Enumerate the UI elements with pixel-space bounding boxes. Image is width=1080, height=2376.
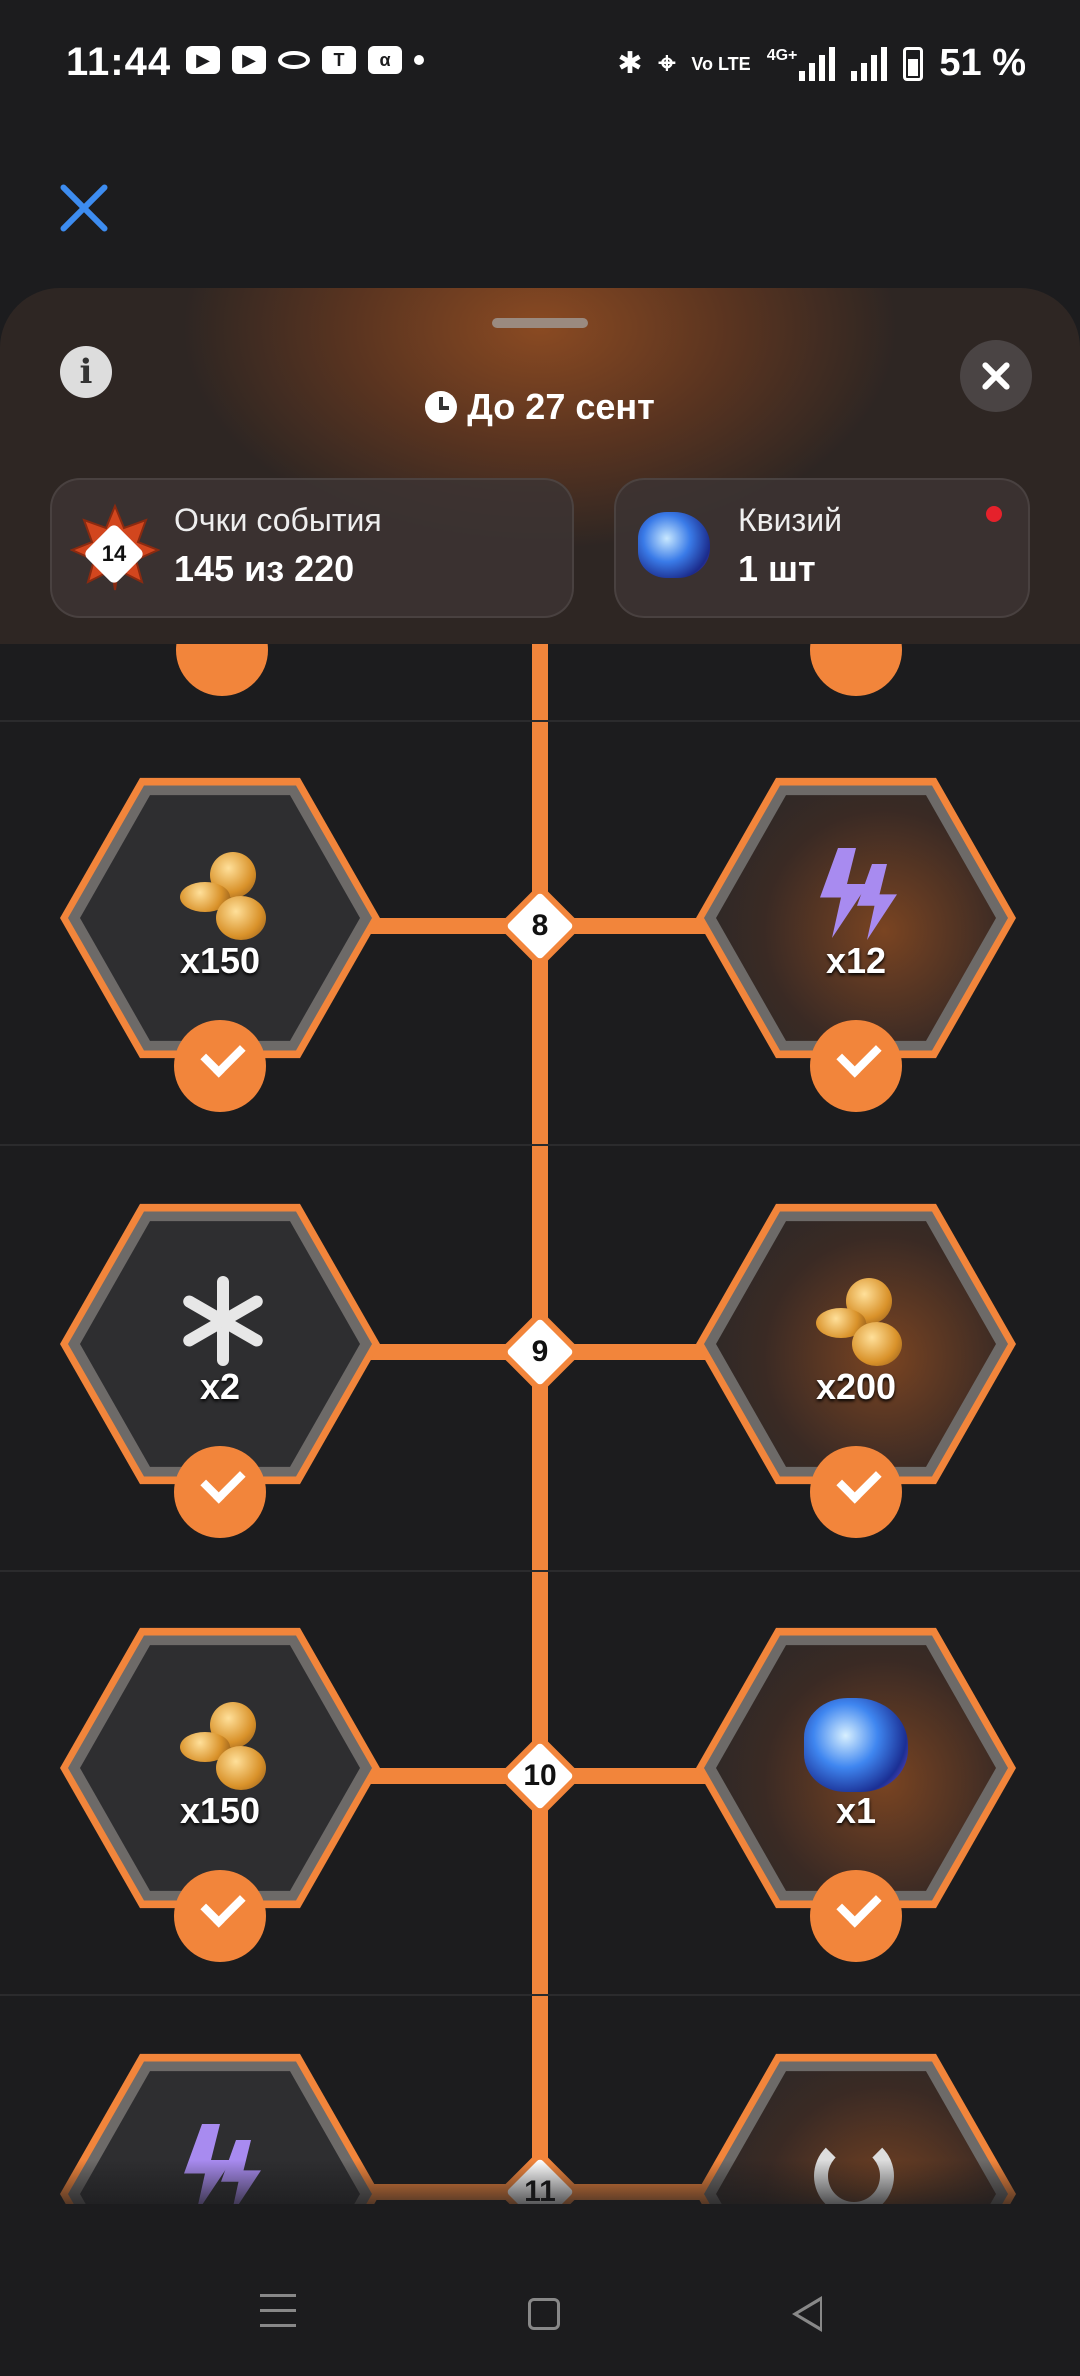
close-icon[interactable] — [56, 180, 112, 236]
row-divider — [0, 720, 1080, 722]
bluetooth-icon: ✱ — [617, 47, 643, 80]
clock-icon — [425, 391, 458, 423]
event-points-value: 145 из 220 — [174, 548, 355, 589]
reward-amount: x12 — [825, 940, 887, 981]
status-time: 11:44 — [66, 40, 172, 84]
claimed-check-icon — [810, 1870, 902, 1962]
level-marker: 10 — [497, 1733, 583, 1819]
volte-icon: Vo LTE — [691, 53, 751, 74]
location-icon: ⌖ — [658, 46, 676, 80]
quizy-card[interactable]: Квизий 1 шт — [614, 478, 1030, 618]
system-nav-bar — [0, 2210, 1080, 2376]
reward-track: x150 8 x12 x2 9 x200 x150 10 x1 — [0, 644, 1080, 2204]
level-number: 10 — [523, 1759, 557, 1792]
more-notifications-dot — [414, 55, 424, 65]
notification-dot — [986, 506, 1002, 522]
reward-right-energy[interactable]: x12 — [696, 772, 1016, 1112]
previous-row-check-left — [176, 644, 268, 696]
row-divider — [0, 1144, 1080, 1146]
row-divider — [0, 1994, 1080, 1996]
event-points-card[interactable]: 14 Очки события 145 из 220 — [50, 478, 574, 618]
claimed-check-icon — [174, 1870, 266, 1962]
drag-handle[interactable] — [492, 318, 588, 328]
home-icon[interactable] — [528, 2298, 560, 2330]
event-deadline: До 27 сент — [0, 386, 1080, 428]
level-marker: 9 — [497, 1309, 583, 1395]
maple-leaf-icon: 14 — [69, 502, 161, 592]
deadline-text: До 27 сент — [467, 386, 655, 427]
snowflake-icon — [178, 1276, 268, 1366]
oval-app-icon — [278, 51, 310, 69]
reward-left-coins[interactable]: x150 — [60, 1622, 380, 1962]
youtube-icon: ▶ — [232, 46, 266, 74]
coins-icon — [170, 852, 270, 942]
reward-amount: x2 — [199, 1366, 241, 1407]
event-points-title: Очки события — [174, 502, 382, 538]
reward-amount: x200 — [815, 1366, 897, 1407]
reward-right-coins[interactable]: x200 — [696, 1198, 1016, 1538]
reward-amount: x150 — [179, 1790, 261, 1831]
row-divider — [0, 1570, 1080, 1572]
reward-right-gem[interactable]: x1 — [696, 1622, 1016, 1962]
t-app-icon: T — [322, 46, 356, 74]
claimed-check-icon — [810, 1446, 902, 1538]
youtube-icon: ▶ — [186, 46, 220, 74]
lightning-icon — [804, 848, 914, 948]
signal-icon — [851, 46, 888, 81]
battery-percent: 51 % — [939, 42, 1026, 84]
signal-icon — [799, 46, 836, 81]
network-type: 4G+ — [766, 46, 798, 64]
battery-icon — [903, 46, 924, 81]
coins-icon — [806, 1278, 906, 1368]
track-spine — [532, 644, 548, 2204]
alpha-app-icon: α — [368, 46, 402, 74]
claimed-check-icon — [174, 1446, 266, 1538]
coins-icon — [170, 1702, 270, 1792]
recent-apps-icon[interactable] — [260, 2294, 296, 2330]
level-number: 9 — [531, 1335, 549, 1368]
event-header-panel: i До 27 сент 14 Очки события 145 из 220 … — [0, 288, 1080, 644]
claimed-check-icon — [810, 1020, 902, 1112]
current-level: 14 — [101, 541, 127, 566]
reward-amount: x150 — [179, 940, 261, 981]
quizy-title: Квизий — [738, 502, 842, 538]
status-bar: 11:44 ▶ ▶ T α ✱ ⌖ Vo LTE 4G+ 51 % — [0, 0, 1080, 130]
back-icon[interactable] — [792, 2296, 822, 2332]
previous-row-check-right — [810, 644, 902, 696]
level-marker: 8 — [497, 883, 583, 969]
reward-left-freeze[interactable]: x2 — [60, 1198, 380, 1538]
reward-amount: x1 — [835, 1790, 877, 1831]
reward-left-coins[interactable]: x150 — [60, 772, 380, 1112]
level-number: 8 — [531, 909, 549, 942]
claimed-check-icon — [174, 1020, 266, 1112]
gem-icon — [638, 512, 710, 578]
gem-icon — [804, 1698, 908, 1792]
system-icons: ✱ ⌖ Vo LTE 4G+ 51 % — [617, 42, 1026, 85]
quizy-value: 1 шт — [738, 548, 816, 589]
notification-icons: ▶ ▶ T α — [186, 46, 424, 74]
